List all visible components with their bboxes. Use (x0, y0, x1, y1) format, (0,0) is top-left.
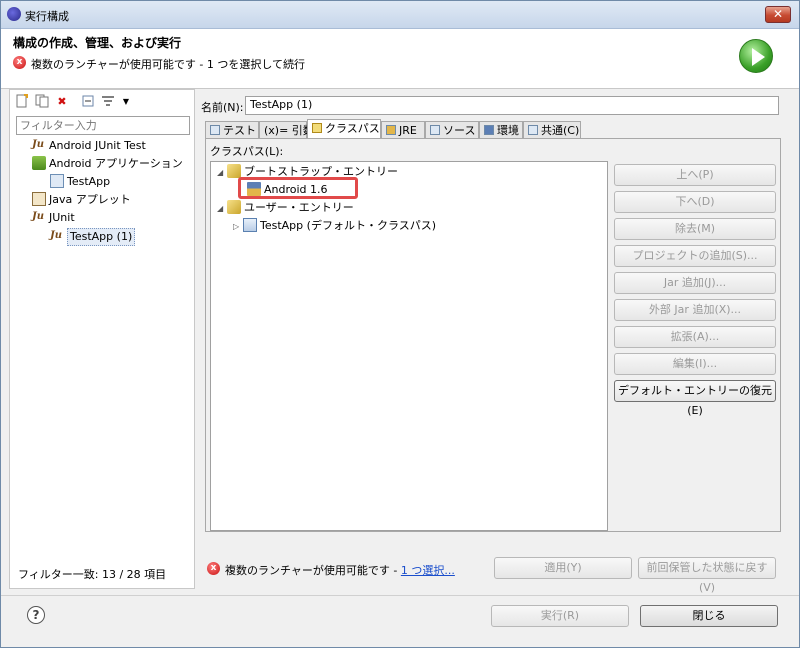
environment-tab-icon (484, 125, 494, 135)
classpath-tab-icon (312, 123, 322, 133)
common-tab-icon (528, 125, 538, 135)
add-external-jars-button[interactable]: 外部 Jar 追加(X)... (614, 299, 776, 321)
dropdown-icon[interactable]: ▼ (118, 94, 134, 110)
window-title: 実行構成 (25, 10, 69, 23)
classpath-item-user-entries[interactable]: ◢ ユーザー・エントリー (217, 200, 354, 216)
config-editor-panel: 名前(N): TestApp (1) テスト (x)= 引数 クラスパス JRE… (197, 89, 793, 594)
header-message: 複数のランチャーが使用可能です - 1 つを選択して続行 (31, 58, 306, 71)
tab-common[interactable]: 共通(C) (523, 121, 581, 139)
tab-test[interactable]: テスト (205, 121, 259, 139)
tab-jre[interactable]: JRE (381, 121, 425, 139)
delete-icon[interactable]: ✖ (54, 94, 70, 110)
tab-source[interactable]: ソース (425, 121, 479, 139)
new-config-icon[interactable] (14, 94, 30, 110)
filter-match-count: フィルター一致: 13 / 28 項目 (18, 568, 167, 581)
close-window-button[interactable]: ✕ (765, 6, 791, 23)
collapse-icon[interactable] (80, 94, 96, 110)
run-button[interactable]: 実行(R) (491, 605, 629, 627)
add-jars-button[interactable]: Jar 追加(J)... (614, 272, 776, 294)
tree-item-testapp[interactable]: TestApp (50, 174, 110, 190)
project-icon (243, 218, 257, 232)
run-icon (739, 39, 773, 73)
highlight-box (238, 177, 358, 199)
down-button[interactable]: 下へ(D) (614, 191, 776, 213)
restore-default-entries-button[interactable]: デフォルト・エントリーの復元(E) (614, 380, 776, 417)
error-icon: x (207, 562, 220, 575)
launch-config-icon (50, 174, 64, 188)
name-field[interactable]: TestApp (1) (245, 96, 779, 115)
junit-icon: Ju (32, 211, 45, 222)
classpath-label: クラスパス(L): (210, 145, 284, 158)
remove-button[interactable]: 除去(M) (614, 218, 776, 240)
select-one-link[interactable]: 1 つ選択... (401, 564, 455, 577)
tree-item-android-junit-test[interactable]: Ju Android JUnit Test (32, 138, 146, 154)
source-tab-icon (430, 125, 440, 135)
edit-button[interactable]: 編集(I)... (614, 353, 776, 375)
user-entries-icon (227, 200, 241, 214)
revert-button[interactable]: 前回保管した状態に戻す(V) (638, 557, 776, 594)
header-title: 構成の作成、管理、および実行 (13, 36, 182, 50)
classpath-item-testapp-default[interactable]: ▷ TestApp (デフォルト・クラスパス) (233, 218, 436, 234)
junit-icon: Ju (50, 230, 63, 241)
launcher-message: 複数のランチャーが使用可能です - 1 つ選択... (225, 564, 455, 577)
config-list-panel: ✖ ▼ JuAndroid JUnit Test Android アプリケーショ… (9, 89, 195, 589)
tree-item-testapp-1[interactable]: Ju TestApp (1) (50, 228, 136, 246)
tab-arguments[interactable]: (x)= 引数 (259, 121, 314, 139)
help-icon[interactable]: ? (27, 606, 45, 624)
expanded-arrow-icon: ◢ (217, 168, 224, 177)
tree-item-android-application[interactable]: Android アプリケーション (32, 156, 183, 172)
java-applet-icon (32, 192, 46, 206)
tab-classpath[interactable]: クラスパス (307, 119, 381, 139)
add-projects-button[interactable]: プロジェクトの追加(S)... (614, 245, 776, 267)
filter-icon[interactable] (100, 94, 116, 110)
close-button[interactable]: 閉じる (640, 605, 778, 627)
jre-tab-icon (386, 125, 396, 135)
expanded-arrow-icon: ◢ (217, 204, 224, 213)
eclipse-icon (7, 7, 21, 21)
run-configurations-dialog: 実行構成 ✕ 構成の作成、管理、および実行 x 複数のランチャーが使用可能です … (0, 0, 800, 648)
name-label: 名前(N): (201, 101, 244, 114)
up-button[interactable]: 上へ(P) (614, 164, 776, 186)
title-bar: 実行構成 ✕ (1, 1, 799, 29)
error-icon: x (13, 56, 26, 69)
test-tab-icon (210, 125, 220, 135)
tree-item-junit[interactable]: Ju JUnit (32, 210, 75, 226)
tab-environment[interactable]: 環境 (479, 121, 523, 139)
filter-input[interactable] (16, 116, 190, 135)
android-junit-icon: Ju (32, 139, 45, 150)
bootstrap-entries-icon (227, 164, 241, 178)
duplicate-icon[interactable] (34, 94, 50, 110)
footer-divider (1, 595, 799, 596)
advanced-button[interactable]: 拡張(A)... (614, 326, 776, 348)
tree-item-java-applet[interactable]: Java アプレット (32, 192, 131, 208)
classpath-tree[interactable]: ◢ ブートストラップ・エントリー Android 1.6 ◢ ユーザー・エントリー … (210, 161, 608, 531)
classpath-panel: クラスパス(L): ◢ ブートストラップ・エントリー Android 1.6 ◢ ユ… (205, 138, 781, 532)
dialog-header: 構成の作成、管理、および実行 x 複数のランチャーが使用可能です - 1 つを選… (1, 29, 799, 89)
apply-button[interactable]: 適用(Y) (494, 557, 632, 579)
android-app-icon (32, 156, 46, 170)
collapsed-arrow-icon: ▷ (233, 222, 240, 231)
